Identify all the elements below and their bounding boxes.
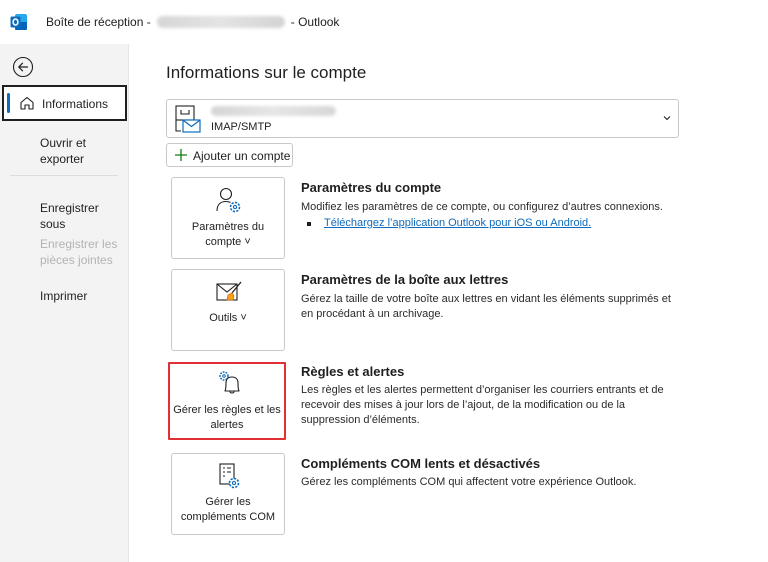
sidebar-item-informations[interactable]: Informations xyxy=(2,85,127,121)
back-arrow-icon[interactable] xyxy=(12,56,34,78)
manage-rules-alerts-button[interactable]: Gérer les règles et les alertes xyxy=(168,362,286,440)
title-bar: Boîte de réception - - Outlook xyxy=(0,0,768,44)
section-description: Les règles et les alertes permettent d’o… xyxy=(301,384,664,426)
section-title: Règles et alertes xyxy=(301,364,405,379)
tile-label: Outils ˅ xyxy=(209,312,247,324)
window-title: Boîte de réception - - Outlook xyxy=(46,15,339,29)
tile-label: Gérer les compléments COM xyxy=(180,496,276,523)
tools-button[interactable]: Outils ˅ xyxy=(171,269,285,351)
sidebar-item-label: Informations xyxy=(42,97,109,111)
account-settings-button[interactable]: Paramètres du compte ˅ xyxy=(171,177,285,259)
section-description: Gérez la taille de votre boîte aux lettr… xyxy=(301,293,671,320)
section-description: Gérez les compléments COM qui affectent … xyxy=(301,476,637,488)
plus-icon xyxy=(175,149,187,161)
home-icon xyxy=(20,96,34,110)
sidebar-item-imprimer[interactable]: Imprimer xyxy=(40,288,125,304)
redacted-email xyxy=(156,16,285,28)
person-gear-icon xyxy=(216,187,241,213)
tile-label: Gérer les règles et les alertes xyxy=(173,404,281,431)
download-outlook-mobile-link[interactable]: Téléchargez l’application Outlook pour i… xyxy=(324,217,591,229)
mailbox-broom-icon xyxy=(216,281,242,301)
chevron-down-icon xyxy=(663,116,671,121)
section-title: Paramètres de la boîte aux lettres xyxy=(301,272,509,287)
active-indicator xyxy=(7,93,10,113)
outlook-icon xyxy=(10,14,27,30)
bell-gear-icon xyxy=(219,371,240,394)
document-gear-icon xyxy=(219,463,240,489)
window-title-prefix: Boîte de réception - xyxy=(46,15,151,29)
sidebar-item-enregistrer-pieces-jointes: Enregistrer les pièces jointes xyxy=(40,237,118,267)
account-type: IMAP/SMTP xyxy=(211,121,272,133)
section-title: Compléments COM lents et désactivés xyxy=(301,456,541,471)
section-title: Paramètres du compte xyxy=(301,180,442,195)
section-description: Modifiez les paramètres de ce compte, ou… xyxy=(301,201,663,213)
add-account-button[interactable]: Ajouter un compte xyxy=(166,143,293,167)
sidebar-item-enregistrer-sous[interactable]: Enregistrer sous xyxy=(40,200,125,232)
sidebar-item-ouvrir-exporter[interactable]: Ouvrir et exporter xyxy=(40,135,125,167)
account-selector[interactable]: IMAP/SMTP xyxy=(166,99,679,138)
sidebar-divider xyxy=(10,175,118,176)
mail-account-icon xyxy=(175,105,201,133)
backstage-sidebar: Informations Ouvrir et exporter Enregist… xyxy=(0,44,129,562)
window-title-suffix: - Outlook xyxy=(290,15,340,29)
page-title: Informations sur le compte xyxy=(166,63,367,82)
manage-com-addins-button[interactable]: Gérer les compléments COM xyxy=(171,453,285,535)
tile-label: Paramètres du compte ˅ xyxy=(191,221,265,248)
add-account-label: Ajouter un compte xyxy=(193,149,291,163)
redacted-account-email xyxy=(211,106,336,116)
bullet xyxy=(307,222,311,226)
